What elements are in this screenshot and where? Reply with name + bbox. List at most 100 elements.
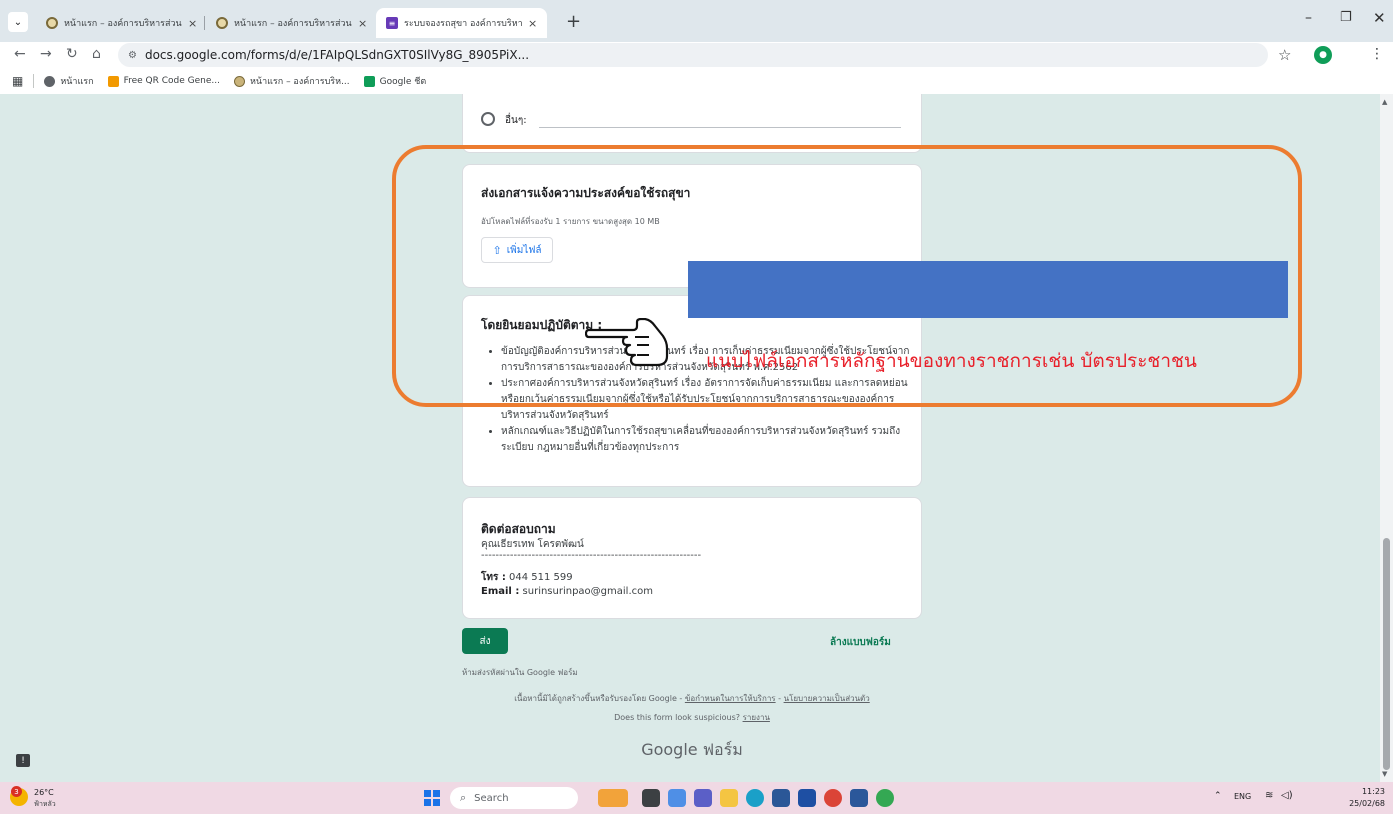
reload-icon[interactable]: ↻ [66, 46, 78, 62]
search-placeholder: Search [474, 792, 509, 804]
privacy-link[interactable]: นโยบายความเป็นส่วนตัว [784, 694, 870, 703]
tab-title: ระบบจองรถสุขา องค์การบริหารส่วน [404, 19, 522, 29]
no-password-note: ห้ามส่งรหัสผ่านใน Google ฟอร์ม [462, 668, 578, 677]
home-icon[interactable]: ⌂ [92, 46, 101, 62]
windows-taskbar: 3 26°C ฟ้าหลัว ⌕ Search ⌃ ENG ≋ ◁) 11:23… [0, 782, 1393, 814]
pointing-hand-icon [584, 317, 671, 371]
restore-window-icon[interactable]: ❐ [1340, 10, 1352, 25]
task-view-icon[interactable] [642, 789, 660, 807]
search-icon: ⌕ [460, 791, 467, 804]
minimize-window-icon[interactable]: – [1305, 10, 1312, 26]
disclaimer-text: เนื้อหานี้มิได้ถูกสร้างขึ้นหรือรับรองโดย… [514, 694, 685, 703]
line-app-icon[interactable] [798, 789, 816, 807]
close-tab-icon[interactable]: × [358, 17, 367, 30]
taskbar-search[interactable]: ⌕ Search [450, 787, 578, 809]
tab-separator [204, 16, 205, 30]
tab-title: หน้าแรก – องค์การบริหารส่วนจังหวัด [234, 19, 352, 29]
windows-start-icon[interactable] [424, 790, 440, 806]
scroll-down-icon[interactable]: ▼ [1382, 770, 1387, 778]
phone-label: โทร : [481, 572, 506, 583]
browser-toolbar: ← → ↻ ⌂ ⚙ docs.google.com/forms/d/e/1FAI… [0, 42, 1393, 68]
forward-arrow-icon[interactable]: → [40, 46, 52, 62]
close-tab-icon[interactable]: × [528, 17, 537, 30]
scrollbar-thumb[interactable] [1383, 538, 1390, 770]
form-page: อื่นๆ: ส่งเอกสารแจ้งความประสงค์ขอใช้รถสุ… [0, 94, 1380, 782]
other-text-input[interactable] [539, 127, 901, 128]
chrome-icon[interactable] [824, 789, 842, 807]
bookmark-label: Free QR Code Gene... [123, 76, 220, 86]
redaction-box [688, 261, 1288, 318]
other-option-label: อื่นๆ: [505, 115, 527, 126]
pao-icon [233, 75, 245, 87]
word-icon[interactable] [850, 789, 868, 807]
contact-card: ติดต่อสอบถาม คุณเธียรเทพ โครตพัฒน์ -----… [462, 497, 922, 619]
more-menu-icon[interactable]: ⋮ [1370, 46, 1384, 62]
suspicious-report: Does this form look suspicious? รายงาน [462, 711, 922, 724]
url-text: docs.google.com/forms/d/e/1FAIpQLSdnGXT0… [144, 48, 530, 62]
bookmark-item[interactable]: Free QR Code Gene... [107, 75, 220, 87]
tray-chevron-icon[interactable]: ⌃ [1214, 791, 1222, 801]
google-forms-favicon-icon: ≡ [386, 17, 398, 29]
browser-tab-active[interactable]: ≡ ระบบจองรถสุขา องค์การบริหารส่วน × [376, 8, 548, 38]
contact-email: Email : surinsurinpao@gmail.com [481, 586, 653, 597]
close-tab-icon[interactable]: × [188, 17, 197, 30]
back-arrow-icon[interactable]: ← [14, 46, 26, 62]
browser-tab[interactable]: หน้าแรก – องค์การบริหารส่วนจังหวัด × [36, 8, 207, 38]
copilot-icon[interactable] [668, 789, 686, 807]
report-link[interactable]: รายงาน [743, 713, 770, 722]
profile-avatar-icon[interactable]: ● [1314, 46, 1332, 64]
weather-description: ฟ้าหลัว [34, 800, 56, 808]
google-forms-logo: Google ฟอร์ม [641, 740, 743, 759]
pao-favicon-icon [216, 17, 228, 29]
file-explorer-icon[interactable] [720, 789, 738, 807]
submit-button[interactable]: ส่ง [462, 628, 508, 654]
email-value: surinsurinpao@gmail.com [522, 586, 653, 597]
feedback-icon[interactable]: ! [16, 754, 30, 767]
weather-temperature: 26°C [34, 788, 54, 797]
clock-time[interactable]: 11:23 [1345, 787, 1385, 796]
radio-other[interactable] [481, 112, 495, 126]
teams-icon[interactable] [694, 789, 712, 807]
scroll-up-icon[interactable]: ▲ [1382, 98, 1387, 106]
input-language[interactable]: ENG [1234, 792, 1251, 801]
consent-item: หลักเกณฑ์และวิธีปฏิบัติในการใช้รถสุขาเคล… [501, 424, 911, 456]
clear-form-button[interactable]: ล้างแบบฟอร์ม [830, 635, 891, 650]
volume-icon[interactable]: ◁) [1281, 790, 1293, 801]
bookmark-separator [33, 74, 35, 88]
browser-tab[interactable]: หน้าแรก – องค์การบริหารส่วนจังหวัด × [206, 8, 377, 38]
weather-badge: 3 [11, 786, 22, 797]
annotation-text: แนบไฟล์เอกสารหลักฐานของทางราชการเช่น บัต… [706, 350, 1197, 372]
qr-icon [107, 75, 119, 87]
email-label: Email : [481, 586, 520, 597]
site-info-icon[interactable]: ⚙ [128, 50, 137, 61]
bookmark-star-icon[interactable]: ☆ [1278, 46, 1291, 64]
clock-date[interactable]: 25/02/68 [1330, 799, 1385, 808]
phone-value: 044 511 599 [509, 572, 573, 583]
bookmark-label: Google ชีต [379, 77, 427, 87]
browser-tab-bar: ⌄ หน้าแรก – องค์การบริหารส่วนจังหวัด × ห… [0, 0, 1393, 44]
new-tab-button[interactable]: + [566, 11, 581, 32]
edge-browser-icon[interactable] [746, 789, 764, 807]
wifi-icon[interactable]: ≋ [1265, 790, 1273, 801]
sheets-icon [363, 75, 375, 87]
address-bar[interactable]: ⚙ docs.google.com/forms/d/e/1FAIpQLSdnGX… [118, 43, 1268, 67]
contact-phone: โทร : 044 511 599 [481, 570, 573, 585]
bookmark-label: หน้าแรก – องค์การบริห... [249, 77, 350, 87]
widgets-app-icon[interactable] [598, 789, 628, 807]
bookmark-item[interactable]: หน้าแรก [44, 74, 94, 88]
terms-link[interactable]: ข้อกำหนดในการให้บริการ [685, 694, 776, 703]
tab-title: หน้าแรก – องค์การบริหารส่วนจังหวัด [64, 19, 182, 29]
bookmark-item[interactable]: Google ชีต [363, 74, 427, 88]
apps-grid-icon[interactable]: ▦ [12, 74, 23, 88]
suspicious-text: Does this form look suspicious? [614, 713, 743, 722]
close-window-icon[interactable]: ✕ [1373, 9, 1386, 27]
bookmark-item[interactable]: หน้าแรก – องค์การบริห... [233, 74, 350, 88]
globe-icon [44, 75, 56, 87]
store-icon[interactable] [772, 789, 790, 807]
chrome-profile-icon[interactable] [876, 789, 894, 807]
page-scrollbar[interactable]: ▲ ▼ [1380, 94, 1393, 782]
tab-search-icon[interactable]: ⌄ [8, 12, 28, 32]
pao-favicon-icon [46, 17, 58, 29]
bookmark-label: หน้าแรก [60, 77, 94, 87]
contact-divider: ----------------------------------------… [481, 550, 702, 561]
